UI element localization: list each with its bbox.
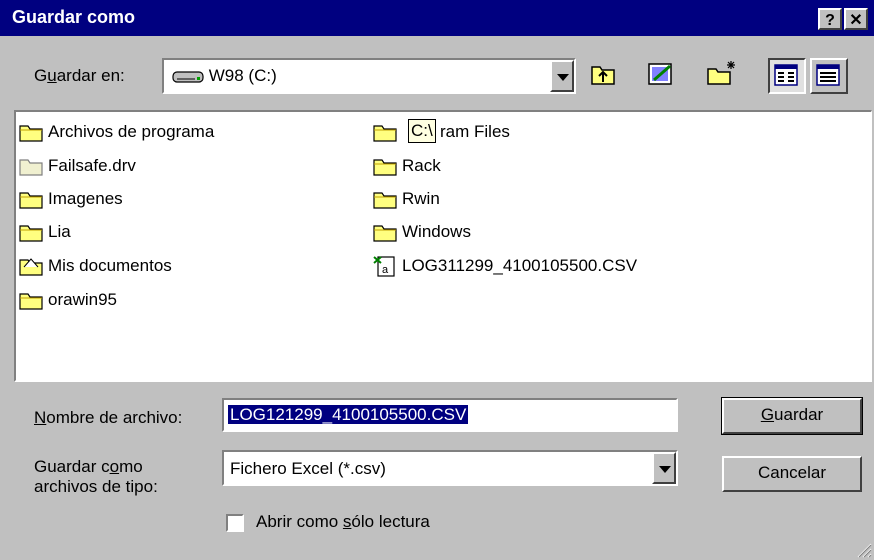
new-folder-icon [707, 61, 735, 85]
list-view-icon [774, 64, 798, 86]
folder-icon [19, 192, 43, 209]
save-in-value: W98 (C:) [208, 66, 277, 85]
path-tooltip: C:\ [408, 119, 436, 143]
details-view-icon [816, 64, 840, 86]
filetype-value: Fichero Excel (*.csv) [230, 459, 386, 478]
new-folder-button[interactable] [704, 58, 742, 94]
folder-icon [19, 159, 43, 176]
dialog-title: Guardar como [12, 7, 136, 27]
folder-icon [19, 125, 43, 142]
list-item[interactable]: Imagenes [18, 185, 123, 213]
list-item[interactable]: Windows [372, 218, 471, 246]
list-item[interactable]: ram Files [372, 118, 510, 146]
filename-value: LOG121299_4100105500.CSV [226, 404, 470, 425]
list-item[interactable]: a LOG311299_4100105500.CSV [372, 252, 637, 280]
csv-file-icon: a [373, 256, 395, 277]
list-item[interactable]: Archivos de programa [18, 118, 214, 146]
filetype-combo[interactable]: Fichero Excel (*.csv) [222, 450, 678, 486]
folder-icon [373, 125, 397, 142]
folder-icon [373, 225, 397, 242]
close-button[interactable]: ✕ [844, 8, 868, 30]
save-in-combo[interactable]: W98 (C:) [162, 58, 576, 94]
up-folder-icon [591, 66, 615, 85]
mydocuments-folder-icon [19, 258, 43, 276]
folder-icon [373, 192, 397, 209]
svg-text:a: a [382, 264, 389, 276]
list-item[interactable]: Lia [18, 218, 71, 246]
filename-label: Nombre de archivo: [34, 408, 183, 427]
desktop-icon [648, 63, 672, 85]
file-list[interactable]: Archivos de programa Failsafe.drv Imagen… [14, 110, 872, 382]
drive-icon [172, 70, 204, 83]
save-in-dropdown-arrow[interactable] [550, 60, 574, 92]
title-bar: Guardar como ? ✕ [0, 0, 874, 36]
up-one-level-button[interactable] [586, 58, 624, 94]
resize-grip-icon[interactable] [854, 540, 872, 558]
save-button[interactable]: Guardar [721, 397, 863, 435]
list-item[interactable]: Rwin [372, 185, 440, 213]
save-in-label: Guardar en: [34, 66, 125, 85]
cancel-button[interactable]: Cancelar [722, 456, 862, 492]
filetype-dropdown-arrow[interactable] [652, 452, 676, 484]
list-item[interactable]: Failsafe.drv [18, 152, 136, 180]
help-button[interactable]: ? [818, 8, 842, 30]
folder-icon [19, 225, 43, 242]
list-item[interactable]: orawin95 [18, 286, 117, 314]
folder-icon [373, 159, 397, 176]
readonly-checkbox[interactable] [226, 514, 244, 532]
desktop-button[interactable] [644, 58, 682, 94]
folder-icon [19, 293, 43, 310]
readonly-label[interactable]: Abrir como sólo lectura [256, 512, 430, 532]
list-item[interactable]: Rack [372, 152, 441, 180]
details-view-button[interactable] [810, 58, 848, 94]
filetype-label: Guardar como archivos de tipo: [34, 457, 158, 496]
list-view-button[interactable] [768, 58, 806, 94]
list-item[interactable]: Mis documentos [18, 252, 172, 280]
filename-field[interactable]: LOG121299_4100105500.CSV [222, 398, 678, 432]
